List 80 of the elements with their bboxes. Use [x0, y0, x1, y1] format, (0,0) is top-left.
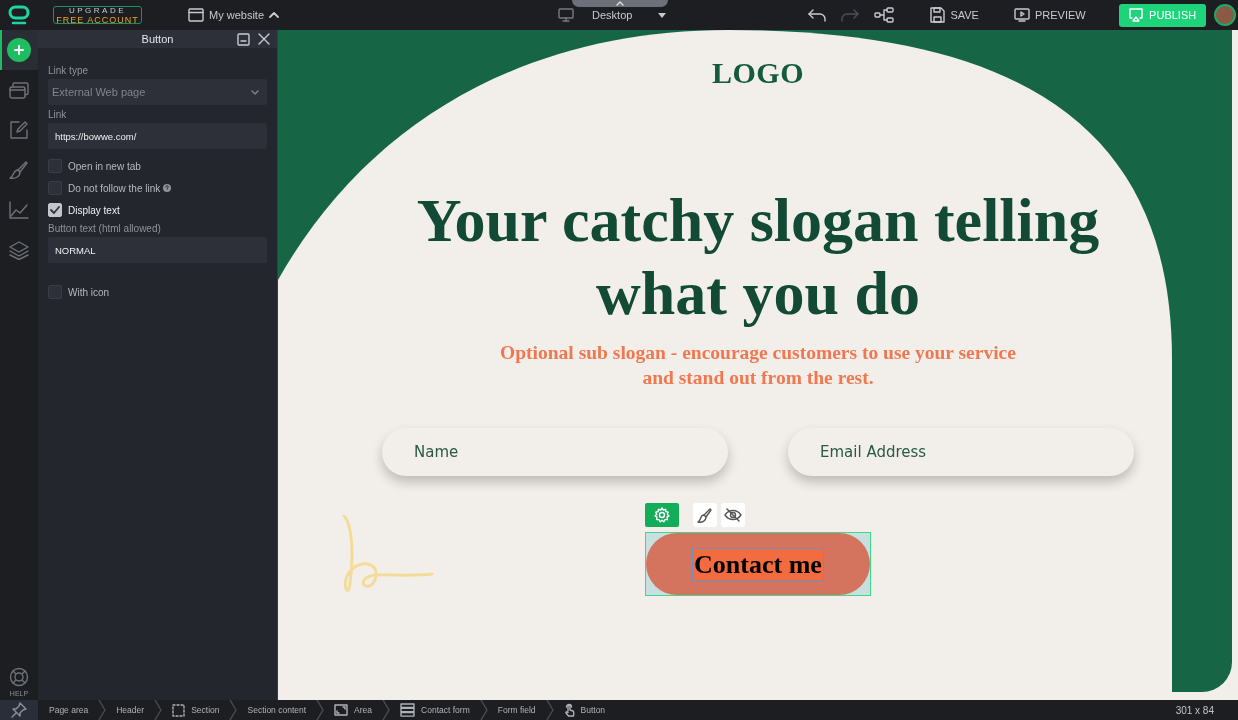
input-field[interactable]: NORMAL	[48, 237, 267, 263]
panel-title: Button	[141, 33, 174, 45]
breadcrumb-item[interactable]: Contact form	[421, 705, 470, 715]
style-button[interactable]	[693, 503, 717, 527]
chevron-right-icon	[98, 700, 107, 720]
upgrade-button[interactable]: UPGRADE FREE ACCOUNT	[53, 6, 142, 24]
chevron-right-icon	[545, 700, 554, 720]
button-label: Contact me	[692, 547, 824, 581]
avatar[interactable]	[1213, 4, 1236, 26]
checkbox-label[interactable]: With icon	[68, 286, 110, 298]
site-selector[interactable]: My website	[188, 8, 280, 22]
help-icon[interactable]	[163, 184, 172, 192]
checkmark-icon	[50, 206, 60, 214]
contact-button[interactable]: Contact me	[645, 532, 871, 596]
element-size: 301 x 84	[1175, 704, 1214, 716]
sitemap-icon[interactable]	[874, 7, 895, 23]
headline: Your catchy slogan telling what you do	[415, 185, 1101, 329]
dashed-square-icon	[172, 703, 186, 717]
pointer-hand-icon	[563, 703, 575, 717]
link-type-dropdown[interactable]: External Web page	[48, 79, 267, 105]
monitor-icon[interactable]	[558, 8, 575, 22]
logo-text: LOGO	[712, 56, 804, 90]
undo-icon[interactable]	[807, 8, 828, 22]
field-label: Link	[48, 109, 68, 120]
brush-icon[interactable]	[9, 160, 29, 180]
brush-icon	[697, 507, 713, 523]
breadcrumb-item[interactable]: Area	[354, 705, 373, 715]
caret-up-icon	[616, 0, 624, 6]
chevron-right-icon	[316, 700, 325, 720]
input-field[interactable]: Email Address	[788, 428, 1134, 476]
logo-icon[interactable]	[8, 5, 30, 25]
eye-off-icon	[724, 508, 742, 522]
breadcrumb-item[interactable]: Header	[116, 705, 145, 715]
minimize-icon[interactable]	[237, 33, 250, 46]
pin-icon	[11, 702, 27, 718]
input-field[interactable]: Name	[382, 428, 728, 476]
checkbox[interactable]	[48, 159, 62, 173]
layers-icon[interactable]	[9, 240, 29, 260]
device-dropdown[interactable]: Desktop	[592, 9, 667, 21]
breadcrumb-item[interactable]: Form field	[497, 705, 536, 715]
sub-slogan: Optional sub slogan - encourage customers to use your service and stand out from the rest.	[499, 341, 1017, 390]
checkbox-label[interactable]: Display text	[68, 204, 120, 216]
breadcrumb-item[interactable]: Page area	[49, 705, 89, 715]
field-label: Link type	[48, 65, 90, 76]
settings-button[interactable]	[645, 503, 679, 527]
frame-icon	[334, 704, 349, 716]
chevron-right-icon	[154, 700, 163, 720]
input-field[interactable]: https://bowwe.com/	[48, 123, 267, 149]
line-chart-icon[interactable]	[9, 201, 29, 219]
stacked-rows-icon	[400, 703, 416, 717]
checkbox-label[interactable]: Open in new tab	[68, 160, 141, 172]
browser-window-icon	[188, 8, 204, 22]
caret-up-icon	[269, 11, 280, 19]
lifebuoy-icon[interactable]	[9, 667, 29, 687]
close-icon[interactable]	[258, 33, 270, 45]
chevron-right-icon	[479, 700, 488, 720]
preview-button[interactable]: PREVIEW	[1013, 8, 1086, 22]
add-button[interactable]	[7, 38, 31, 62]
play-screen-icon	[1013, 8, 1030, 22]
chevron-down-icon	[251, 89, 259, 95]
save-button[interactable]: SAVE	[929, 7, 979, 23]
breadcrumb-item[interactable]: Section	[191, 705, 220, 715]
checkbox-label[interactable]: Do not follow the link	[68, 182, 161, 194]
hide-button[interactable]	[721, 503, 745, 527]
plus-icon	[14, 45, 24, 55]
caret-down-icon	[658, 12, 667, 18]
breadcrumb-item[interactable]: Button	[580, 705, 606, 715]
settings-icon	[654, 507, 670, 523]
device-tab[interactable]	[572, 0, 668, 7]
checkbox[interactable]	[48, 181, 62, 195]
screen-upload-icon	[1128, 8, 1145, 22]
field-label: Button text (html allowed)	[48, 223, 162, 234]
chevron-right-icon	[229, 700, 238, 720]
chevron-right-icon	[382, 700, 391, 720]
edit-icon[interactable]	[9, 120, 29, 140]
redo-icon	[840, 8, 861, 22]
breadcrumb-item[interactable]: Section content	[247, 705, 307, 715]
checkbox[interactable]	[48, 285, 62, 299]
pin-button[interactable]	[0, 700, 38, 720]
stacked-windows-icon[interactable]	[9, 81, 29, 99]
